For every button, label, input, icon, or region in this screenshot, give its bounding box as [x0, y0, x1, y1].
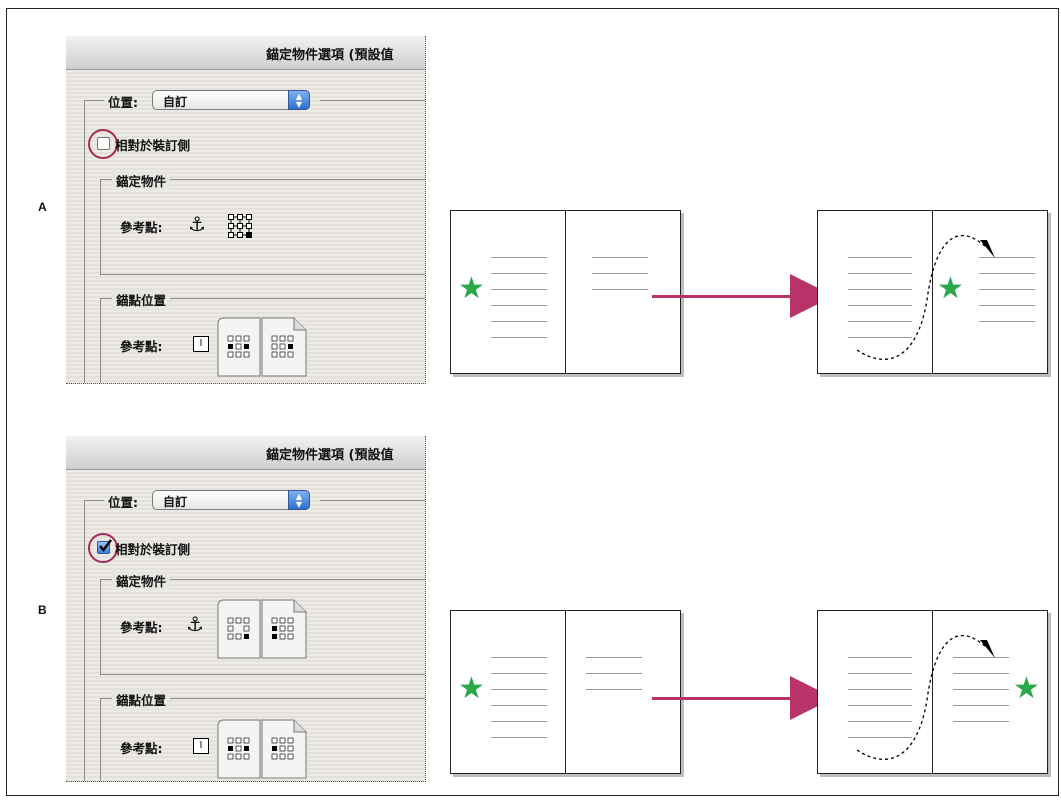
- checkmark-icon: [99, 539, 112, 552]
- reference-point-label: 參考點:: [120, 741, 163, 756]
- chevron-updown-icon: ▲ ▼: [288, 90, 310, 110]
- left-page: ★: [450, 210, 566, 374]
- dialog-title: 錨定物件選項 (預設值: [266, 48, 394, 63]
- dialog-titlebar: 錨定物件選項 (預設值: [66, 436, 425, 470]
- star-icon: ★: [458, 671, 485, 706]
- anchored-object-options-dialog-a: 錨定物件選項 (預設值 位置: 自訂 ▲ ▼ 相對於裝訂側 錨定物件 參考點: ⚓…: [66, 36, 426, 384]
- relative-to-spine-checkbox[interactable]: [97, 137, 110, 150]
- dialog-title: 錨定物件選項 (預設值: [266, 448, 394, 463]
- anchor-icon: ⚓: [186, 612, 204, 636]
- relative-to-spine-label: 相對於裝訂側: [115, 542, 191, 557]
- arrow-right-icon: [652, 697, 792, 700]
- anchored-object-group-title: 錨定物件: [112, 571, 171, 590]
- spread-proxy-icon[interactable]: [216, 716, 308, 780]
- star-icon: ★: [458, 271, 485, 306]
- left-page: ★: [450, 610, 566, 774]
- dialog-titlebar: 錨定物件選項 (預設值: [66, 36, 425, 70]
- spread-proxy-icon[interactable]: [216, 314, 308, 378]
- relative-to-spine-label: 相對於裝訂側: [115, 138, 191, 153]
- right-page: [565, 210, 681, 374]
- spread-after-b: ★: [817, 610, 1049, 774]
- position-select-value: 自訂: [163, 95, 188, 109]
- position-select[interactable]: 自訂 ▲ ▼: [152, 490, 310, 510]
- reference-point-label: 參考點:: [120, 620, 163, 635]
- spread-before-b: ★: [450, 610, 682, 774]
- spread-after-a: ★: [817, 210, 1049, 374]
- anchored-object-options-dialog-b: 錨定物件選項 (預設值 位置: 自訂 ▲ ▼ 相對於裝訂側 錨定物件 參考點: ⚓…: [66, 436, 426, 782]
- panel-label-b: B: [38, 603, 47, 617]
- position-select[interactable]: 自訂 ▲ ▼: [152, 90, 310, 110]
- text-cursor-icon: I: [193, 336, 209, 352]
- text-cursor-icon: I: [193, 738, 209, 754]
- arrow-right-icon: [652, 295, 792, 298]
- anchor-position-group-title: 錨點位置: [112, 290, 171, 309]
- position-select-value: 自訂: [163, 495, 188, 509]
- anchored-object-group-title: 錨定物件: [112, 171, 171, 190]
- position-label: 位置:: [108, 495, 138, 510]
- panel-label-a: A: [38, 200, 47, 214]
- position-label: 位置:: [108, 95, 138, 110]
- chevron-updown-icon: ▲ ▼: [288, 490, 310, 510]
- reference-point-label: 參考點:: [120, 339, 163, 354]
- flow-path-icon: [856, 235, 995, 360]
- flow-path-icon: [856, 635, 995, 760]
- anchor-icon: ⚓: [188, 212, 206, 236]
- reference-point-grid-icon[interactable]: [228, 214, 254, 240]
- anchor-position-group-title: 錨點位置: [112, 690, 171, 709]
- right-page: [565, 610, 681, 774]
- spread-proxy-icon[interactable]: [216, 596, 308, 660]
- reference-point-label: 參考點:: [120, 220, 163, 235]
- spread-before-a: ★: [450, 210, 682, 374]
- relative-to-spine-checkbox[interactable]: [97, 539, 112, 554]
